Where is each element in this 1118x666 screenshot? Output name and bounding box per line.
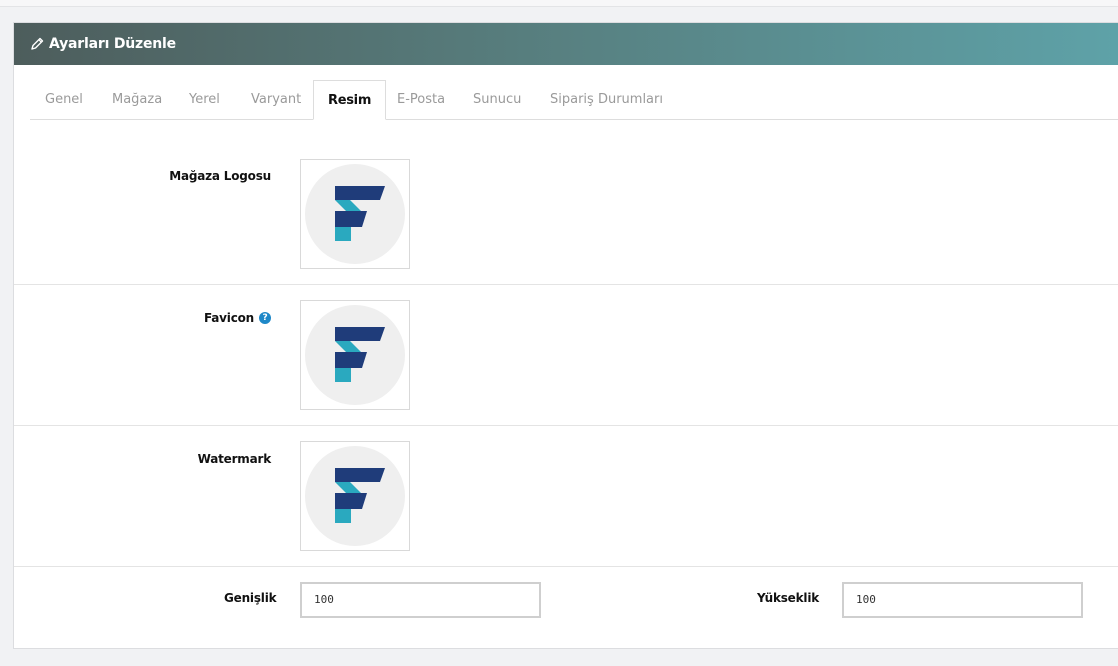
tab-e-posta[interactable]: E-Posta (397, 80, 445, 120)
panel-title: Ayarları Düzenle (49, 36, 176, 52)
height-label: Yükseklik (757, 591, 820, 605)
tab-varyant[interactable]: Varyant (251, 80, 301, 120)
height-input[interactable]: 100 (842, 582, 1083, 618)
width-label: Genişlik (224, 591, 277, 605)
store-logo-image (305, 164, 405, 264)
favicon-label: Favicon ? (204, 311, 271, 325)
store-logo-thumbnail[interactable] (300, 159, 410, 269)
tab-magaza[interactable]: Mağaza (112, 80, 162, 120)
tab-sunucu[interactable]: Sunucu (473, 80, 521, 120)
pencil-icon (29, 36, 45, 52)
row-store-logo: Mağaza Logosu (14, 143, 1118, 285)
settings-panel: Ayarları Düzenle Genel Mağaza Yerel Vary… (13, 22, 1118, 649)
tab-yerel[interactable]: Yerel (189, 80, 220, 120)
row-favicon: Favicon ? (14, 285, 1118, 426)
favicon-thumbnail[interactable] (300, 300, 410, 410)
store-logo-label: Mağaza Logosu (169, 169, 271, 183)
watermark-label: Watermark (197, 452, 272, 466)
settings-tabs: Genel Mağaza Yerel Varyant Resim E-Posta… (30, 80, 1118, 120)
help-icon[interactable]: ? (259, 312, 271, 324)
favicon-image (305, 305, 405, 405)
tab-genel[interactable]: Genel (45, 80, 83, 120)
tab-siparis-durumlari[interactable]: Sipariş Durumları (550, 80, 663, 120)
width-input[interactable]: 100 (300, 582, 541, 618)
watermark-thumbnail[interactable] (300, 441, 410, 551)
panel-header: Ayarları Düzenle (14, 23, 1118, 65)
top-strip (0, 0, 1118, 7)
tab-resim[interactable]: Resim (313, 80, 387, 120)
row-watermark: Watermark (14, 426, 1118, 567)
watermark-image (305, 446, 405, 546)
